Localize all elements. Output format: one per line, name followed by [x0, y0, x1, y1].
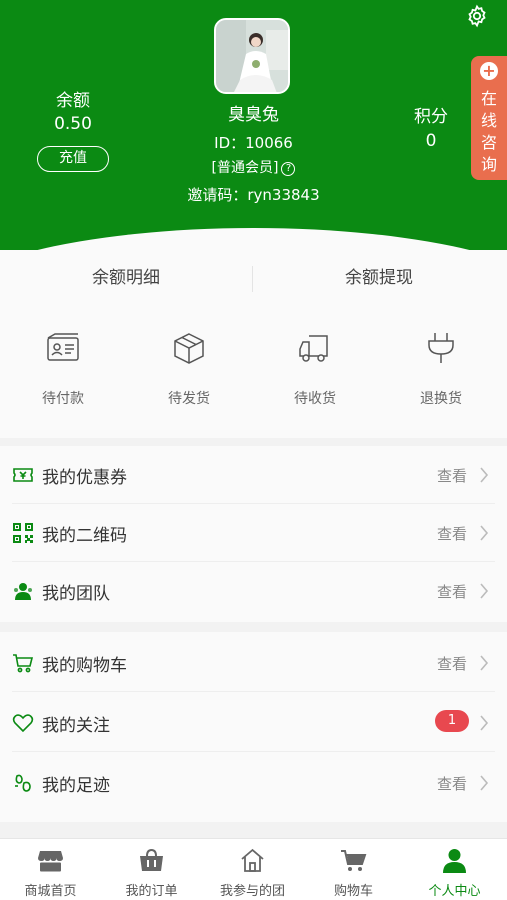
- tab-my-orders[interactable]: 我的订单: [101, 839, 202, 900]
- home-icon: [241, 848, 264, 872]
- person-icon: [443, 849, 466, 873]
- balance-withdraw-link[interactable]: 余额提现: [253, 250, 505, 310]
- footprint-icon: [15, 774, 31, 792]
- balance-label: 余额: [56, 91, 90, 111]
- help-icon[interactable]: ?: [281, 162, 296, 176]
- profile-header: 臭臭兔 ID：10066 [普通会员]? 邀请码：ryn33843 余额 0.5…: [0, 0, 507, 250]
- invite-code: 邀请码：ryn33843: [187, 186, 320, 204]
- view-link[interactable]: 查看: [437, 581, 467, 602]
- menu-label: 我的优惠券: [42, 468, 127, 488]
- balance-detail-link[interactable]: 余额明细: [0, 250, 252, 310]
- menu-group-1: 我的优惠券 查看 我的二维码 查看 我的团队 查看: [0, 446, 507, 622]
- balance-value: 0.50: [54, 114, 92, 134]
- order-returns[interactable]: 退换货: [378, 310, 504, 438]
- menu-coupons[interactable]: 我的优惠券 查看: [0, 446, 507, 504]
- chevron-right-icon: [480, 775, 489, 791]
- header-curve: [0, 228, 507, 250]
- plus-icon: +: [480, 62, 498, 80]
- menu-qrcode[interactable]: 我的二维码 查看: [0, 504, 507, 562]
- basket-icon: [140, 848, 163, 871]
- order-label: 退换货: [420, 391, 462, 407]
- chevron-right-icon: [480, 467, 489, 483]
- member-level-label: [普通会员]: [211, 160, 279, 176]
- id-card-icon: [47, 333, 79, 361]
- view-link[interactable]: 查看: [437, 773, 467, 794]
- box-icon: [174, 333, 204, 364]
- tab-label: 个人中心: [428, 884, 481, 899]
- chevron-right-icon: [480, 655, 489, 671]
- order-pending-receipt[interactable]: 待收货: [252, 310, 378, 438]
- points-label: 积分: [414, 107, 448, 127]
- tab-label: 我的订单: [125, 884, 178, 899]
- cart-icon: [341, 850, 367, 871]
- store-icon: [38, 851, 63, 872]
- menu-team[interactable]: 我的团队 查看: [0, 562, 507, 620]
- menu-cart[interactable]: 我的购物车 查看: [0, 634, 507, 692]
- tab-cart[interactable]: 购物车: [303, 839, 404, 900]
- menu-label: 我的足迹: [42, 776, 110, 796]
- divider: [12, 751, 495, 752]
- menu-label: 我的二维码: [42, 526, 127, 546]
- order-label: 待发货: [168, 391, 210, 407]
- online-consult-label: 在线咨询: [480, 89, 497, 174]
- tab-my-groups[interactable]: 我参与的团: [202, 839, 303, 900]
- notification-badge: 1: [435, 710, 469, 732]
- menu-label: 我的团队: [42, 584, 110, 604]
- order-status-row: 待付款 待发货 待收货 退换货: [0, 310, 507, 438]
- order-label: 待收货: [294, 391, 336, 407]
- menu-group-2: 我的购物车 查看 我的关注 1 我的足迹 查看: [0, 632, 507, 822]
- order-label: 待付款: [42, 391, 84, 407]
- tab-label: 商城首页: [24, 884, 77, 899]
- avatar[interactable]: [214, 18, 290, 94]
- order-pending-shipment[interactable]: 待发货: [126, 310, 252, 438]
- coupon-icon: [13, 468, 33, 482]
- truck-icon: [299, 335, 328, 362]
- recharge-button[interactable]: 充值: [37, 146, 109, 172]
- cart-icon: [13, 654, 34, 673]
- tab-label: 购物车: [333, 884, 373, 899]
- team-icon: [14, 583, 32, 600]
- view-link[interactable]: 查看: [437, 465, 467, 486]
- view-link[interactable]: 查看: [437, 653, 467, 674]
- online-consult-button[interactable]: + 在线咨询: [471, 56, 507, 180]
- order-pending-payment[interactable]: 待付款: [0, 310, 126, 438]
- heart-icon: [12, 714, 34, 733]
- view-link[interactable]: 查看: [437, 523, 467, 544]
- chevron-right-icon: [480, 583, 489, 599]
- points-value: 0: [425, 131, 437, 151]
- gear-icon[interactable]: [465, 4, 489, 28]
- tab-store-home[interactable]: 商城首页: [0, 839, 101, 900]
- divider: [12, 691, 495, 692]
- chevron-right-icon: [480, 715, 489, 731]
- qrcode-icon: [13, 523, 33, 543]
- bottom-tab-bar: 商城首页 我的订单 我参与的团 购物车 个人中心: [0, 838, 507, 900]
- tab-label: 我参与的团: [219, 884, 285, 899]
- menu-footprints[interactable]: 我的足迹 查看: [0, 754, 507, 812]
- chevron-right-icon: [480, 525, 489, 541]
- menu-label: 我的关注: [42, 716, 110, 736]
- plug-icon: [428, 333, 454, 363]
- balance-links: 余额明细 余额提现: [0, 250, 507, 310]
- menu-label: 我的购物车: [42, 656, 127, 676]
- menu-follows[interactable]: 我的关注 1: [0, 694, 507, 752]
- tab-personal-center[interactable]: 个人中心: [404, 839, 505, 900]
